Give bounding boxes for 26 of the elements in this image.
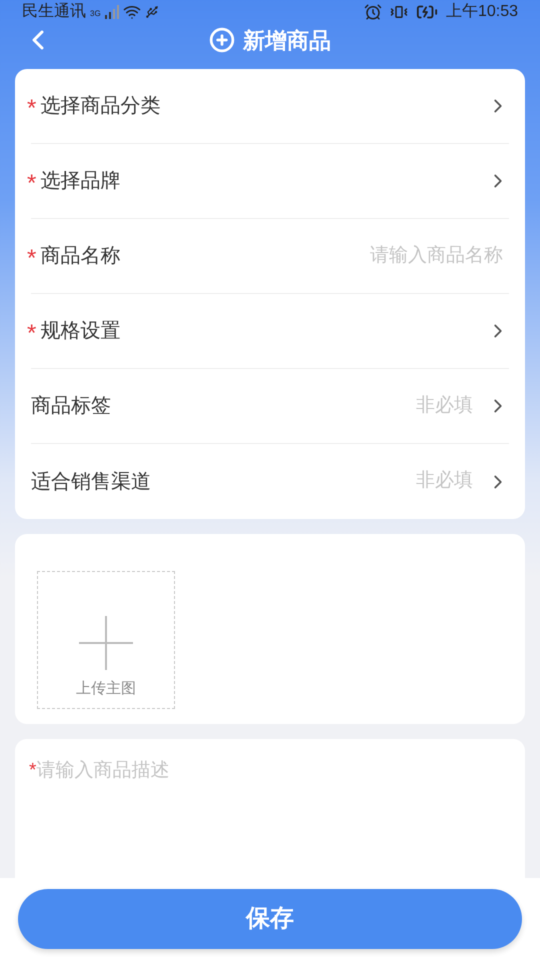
clock-time: 上午10:53 (446, 2, 518, 22)
vibrate-icon (390, 3, 408, 21)
signal-icon (104, 5, 119, 19)
optional-hint: 非必填 (416, 469, 473, 494)
carrier-name: 民生通讯 (22, 2, 86, 22)
row-label: 商品标签 (31, 394, 111, 419)
wifi-icon (122, 3, 141, 21)
row-label: 规格设置 (40, 319, 120, 344)
optional-hint: 非必填 (416, 394, 473, 418)
page-title: 新增商品 (243, 26, 331, 54)
plus-circle-icon (209, 27, 235, 53)
name-input-field[interactable]: 请输入商品名称 (283, 242, 503, 270)
form-row[interactable]: 适合销售渠道 非必填 (31, 444, 509, 519)
usb-icon (144, 5, 159, 19)
description-field[interactable]: *请输入商品描述 (15, 739, 525, 878)
row-label: 适合销售渠道 (31, 470, 151, 494)
upload-image-button[interactable]: 上传主图 (37, 571, 175, 709)
network-type: 3G (90, 8, 101, 20)
row-label: 选择商品分类 (40, 94, 160, 119)
row-label: 商品名称 (40, 244, 120, 269)
alarm-icon (364, 3, 382, 21)
plus-icon (79, 616, 133, 670)
description-input-field[interactable]: 请输入商品描述 (36, 757, 511, 817)
row-label: 选择品牌 (40, 169, 120, 194)
required-asterisk: * (29, 759, 36, 783)
form-row[interactable]: 商品标签 非必填 (31, 369, 509, 444)
